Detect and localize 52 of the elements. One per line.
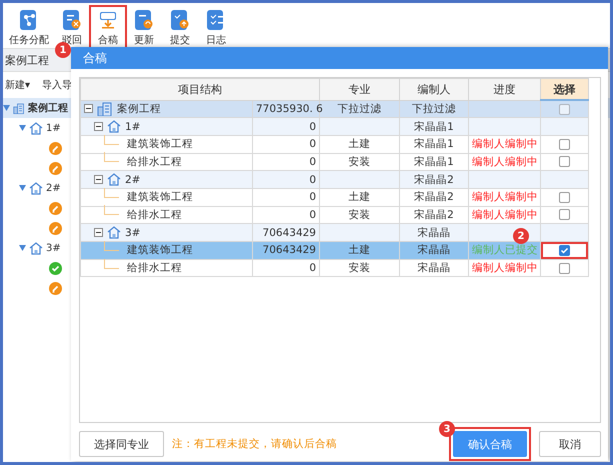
table-cell: 编制人编制中 bbox=[472, 138, 538, 150]
table-cell-text: 建筑装饰工程 bbox=[126, 243, 193, 258]
table-cell: 安装 bbox=[348, 262, 370, 274]
table-cell-text: 给排水工程 bbox=[126, 208, 182, 222]
table-cell: 0 bbox=[309, 138, 316, 150]
table-cell: 土建 bbox=[348, 138, 370, 150]
table-cell: 宋晶晶 bbox=[418, 244, 450, 256]
table-cell: 安装 bbox=[348, 156, 370, 168]
table-cell: 77035930. 6 bbox=[256, 102, 323, 115]
table-cell-text: 建筑装饰工程 bbox=[126, 137, 193, 152]
table-cell: 编制人编制中 bbox=[472, 208, 538, 221]
table-cell: 0 bbox=[309, 120, 316, 133]
table-cell: 土建 bbox=[348, 191, 370, 204]
panel-title: 案例工程 bbox=[5, 52, 49, 68]
table-cell: 宋晶晶 bbox=[418, 226, 450, 239]
column-header: 项目结构 bbox=[80, 78, 320, 100]
table-cell: 编制人编制中 bbox=[472, 262, 538, 274]
table-cell: 0 bbox=[309, 174, 316, 186]
column-header: 选择 bbox=[540, 78, 588, 100]
step-badge: 3 bbox=[439, 421, 455, 437]
column-header: 进度 bbox=[468, 78, 540, 100]
table-cell: 下拉过滤 bbox=[338, 102, 382, 115]
table-cell: 宋晶晶2 bbox=[414, 191, 454, 204]
table-cell: 编制人编制中 bbox=[472, 156, 538, 168]
table-cell: 2# bbox=[125, 174, 140, 186]
note-text: 注：有工程未提交，请确认后合稿 bbox=[172, 437, 338, 451]
table-cell: 0 bbox=[309, 191, 316, 204]
table-cell: 0 bbox=[309, 208, 316, 221]
table-cell-text: 建筑装饰工程 bbox=[126, 190, 193, 204]
table-cell-text: 给排水工程 bbox=[126, 261, 182, 276]
table-cell: 3# bbox=[125, 226, 140, 239]
table-cell: 宋晶晶2 bbox=[414, 208, 454, 221]
table-cell: 宋晶晶1 bbox=[414, 156, 454, 168]
table-cell: 下拉过滤 bbox=[412, 102, 456, 115]
table-cell: 土建 bbox=[348, 244, 370, 256]
table-cell: 宋晶晶 bbox=[418, 262, 450, 274]
table-cell-text: 给排水工程 bbox=[126, 154, 182, 169]
table-cell: 宋晶晶1 bbox=[414, 138, 454, 150]
table-cell: 1# bbox=[125, 120, 140, 133]
column-header: 专业 bbox=[320, 78, 400, 100]
table-cell: 70643429 bbox=[262, 244, 316, 256]
table-cell: 0 bbox=[309, 156, 316, 168]
table-cell: 案例工程 bbox=[117, 102, 161, 116]
column-header: 编制人 bbox=[400, 78, 468, 100]
table-cell: 宋晶晶1 bbox=[414, 120, 454, 133]
dialog-title: 合稿 bbox=[83, 50, 107, 66]
table-cell: 0 bbox=[309, 262, 316, 274]
table-cell: 宋晶晶2 bbox=[414, 174, 454, 186]
table-cell: 安装 bbox=[348, 208, 370, 221]
table-cell: 编制人编制中 bbox=[472, 191, 538, 204]
table-cell: 编制人已提交 bbox=[472, 244, 538, 256]
table-cell: 70643429 bbox=[262, 226, 316, 239]
